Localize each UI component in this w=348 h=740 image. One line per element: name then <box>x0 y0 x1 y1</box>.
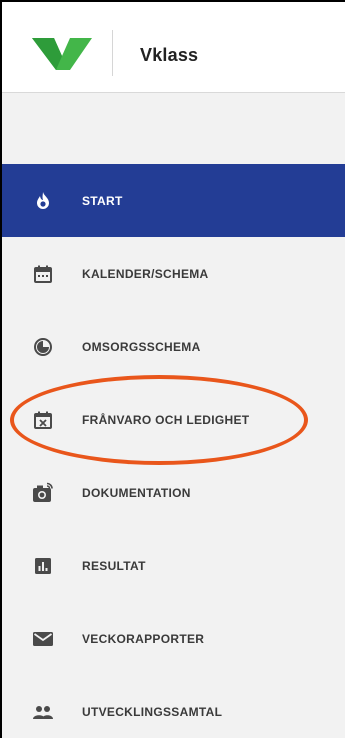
envelope-icon <box>32 628 54 650</box>
sidebar-item-veckorapporter[interactable]: VECKORAPPORTER <box>2 602 345 675</box>
app-frame: Vklass START KALENDER/SCHEMA OMSORGSSCHE… <box>0 0 345 738</box>
sidebar-item-dokumentation[interactable]: DOKUMENTATION <box>2 456 345 529</box>
header: Vklass <box>2 2 345 93</box>
people-icon <box>32 701 54 723</box>
sidebar-item-franvaro-och-ledighet[interactable]: FRÅNVARO OCH LEDIGHET <box>2 383 345 456</box>
vklass-logo[interactable] <box>32 32 92 72</box>
sidebar-item-label: FRÅNVARO OCH LEDIGHET <box>82 412 250 427</box>
calendar-x-icon <box>32 409 54 431</box>
sidebar-item-label: UTVECKLINGSSAMTAL <box>82 704 223 719</box>
sidebar-item-label: DOKUMENTATION <box>82 485 191 500</box>
sidebar-item-label: START <box>82 193 123 208</box>
calendar-icon <box>32 263 54 285</box>
flame-icon <box>32 190 54 212</box>
bar-chart-icon <box>32 555 54 577</box>
sidebar-item-label: RESULTAT <box>82 558 146 573</box>
sidebar-item-resultat[interactable]: RESULTAT <box>2 529 345 602</box>
clock-icon <box>32 336 54 358</box>
sidebar-item-label: OMSORGSSCHEMA <box>82 339 201 354</box>
brand-name: Vklass <box>140 45 199 65</box>
sidebar-item-start[interactable]: START <box>2 164 345 237</box>
sidebar-item-omsorgsschema[interactable]: OMSORGSSCHEMA <box>2 310 345 383</box>
camera-icon <box>32 482 54 504</box>
sidebar-item-utvecklingssamtal[interactable]: UTVECKLINGSSAMTAL <box>2 675 345 738</box>
header-divider <box>112 30 113 76</box>
sidebar-menu: START KALENDER/SCHEMA OMSORGSSCHEMA FRÅN… <box>2 164 345 738</box>
sidebar-item-label: VECKORAPPORTER <box>82 631 205 646</box>
sidebar-item-kalender-schema[interactable]: KALENDER/SCHEMA <box>2 237 345 310</box>
sidebar-item-label: KALENDER/SCHEMA <box>82 266 209 281</box>
